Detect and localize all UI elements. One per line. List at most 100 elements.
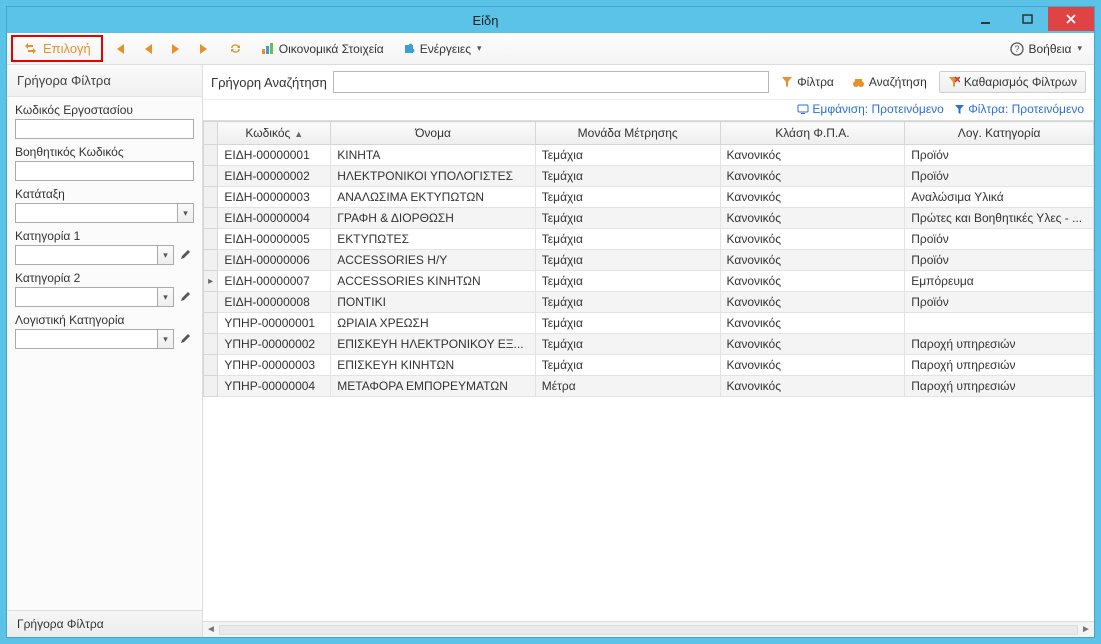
table-cell[interactable]: ΕΠΙΣΚΕΥΗ ΚΙΝΗΤΩΝ [331, 355, 536, 376]
table-cell[interactable]: ΥΠΗΡ-00000004 [218, 376, 331, 397]
search-input[interactable] [333, 71, 769, 93]
table-row[interactable]: ΥΠΗΡ-00000002ΕΠΙΣΚΕΥΗ ΗΛΕΚΤΡΟΝΙΚΟΥ ΕΞ...… [204, 334, 1094, 355]
nav-prev-button[interactable] [135, 39, 161, 59]
table-row[interactable]: ΕΙΔΗ-00000003ΑΝΑΛΩΣΙΜΑ ΕΚΤΥΠΩΤΩΝΤεμάχιαΚ… [204, 187, 1094, 208]
nav-first-button[interactable] [105, 39, 133, 59]
filter-combo-input[interactable] [15, 287, 158, 307]
table-cell[interactable]: ΕΠΙΣΚΕΥΗ ΗΛΕΚΤΡΟΝΙΚΟΥ ΕΞ... [331, 334, 536, 355]
table-cell[interactable]: ΕΙΔΗ-00000003 [218, 187, 331, 208]
table-cell[interactable]: ΥΠΗΡ-00000003 [218, 355, 331, 376]
chevron-down-icon[interactable]: ▾ [158, 329, 174, 349]
horizontal-scrollbar[interactable]: ◄ ► [203, 621, 1094, 637]
table-cell[interactable]: Τεμάχια [535, 208, 720, 229]
table-cell[interactable]: ΕΙΔΗ-00000006 [218, 250, 331, 271]
help-button[interactable]: ? Βοήθεια ▾ [1002, 39, 1090, 59]
actions-button[interactable]: Ενέργειες ▾ [394, 39, 490, 59]
table-cell[interactable]: ΕΙΔΗ-00000005 [218, 229, 331, 250]
column-header[interactable]: Κλάση Φ.Π.Α. [720, 122, 905, 145]
table-cell[interactable]: Εμπόρευμα [905, 271, 1094, 292]
table-cell[interactable]: Τεμάχια [535, 292, 720, 313]
table-row[interactable]: ΕΙΔΗ-00000005ΕΚΤΥΠΩΤΕΣΤεμάχιαΚανονικόςΠρ… [204, 229, 1094, 250]
table-cell[interactable]: ΠΟΝΤΙΚΙ [331, 292, 536, 313]
table-cell[interactable]: Κανονικός [720, 376, 905, 397]
table-cell[interactable]: Τεμάχια [535, 145, 720, 166]
table-cell[interactable]: ACCESSORIES ΚΙΝΗΤΩΝ [331, 271, 536, 292]
table-cell[interactable]: Τεμάχια [535, 229, 720, 250]
table-cell[interactable]: Κανονικός [720, 229, 905, 250]
table-cell[interactable]: Τεμάχια [535, 250, 720, 271]
table-cell[interactable]: Προϊόν [905, 250, 1094, 271]
close-button[interactable] [1048, 7, 1094, 31]
table-cell[interactable]: ΕΙΔΗ-00000007 [218, 271, 331, 292]
search-button[interactable]: Αναζήτηση [846, 73, 933, 91]
column-header[interactable]: Κωδικός▲ [218, 122, 331, 145]
table-row[interactable]: ΕΙΔΗ-00000002ΗΛΕΚΤΡΟΝΙΚΟΙ ΥΠΟΛΟΓΙΣΤΕΣΤεμ… [204, 166, 1094, 187]
table-row[interactable]: ΕΙΔΗ-00000001ΚΙΝΗΤΑΤεμάχιαΚανονικόςΠροϊό… [204, 145, 1094, 166]
table-cell[interactable]: ΥΠΗΡ-00000001 [218, 313, 331, 334]
sidebar-footer-tab[interactable]: Γρήγορα Φίλτρα [7, 610, 202, 637]
pencil-icon[interactable] [176, 287, 194, 307]
table-cell[interactable]: ΜΕΤΑΦΟΡΑ ΕΜΠΟΡΕΥΜΑΤΩΝ [331, 376, 536, 397]
table-cell[interactable]: Κανονικός [720, 292, 905, 313]
table-cell[interactable]: ΕΙΔΗ-00000008 [218, 292, 331, 313]
table-cell[interactable]: Προϊόν [905, 292, 1094, 313]
table-cell[interactable]: ΥΠΗΡ-00000002 [218, 334, 331, 355]
table-cell[interactable]: ΑΝΑΛΩΣΙΜΑ ΕΚΤΥΠΩΤΩΝ [331, 187, 536, 208]
table-row[interactable]: ΥΠΗΡ-00000001ΩΡΙΑΙΑ ΧΡΕΩΣΗΤεμάχιαΚανονικ… [204, 313, 1094, 334]
table-row[interactable]: ΕΙΔΗ-00000008ΠΟΝΤΙΚΙΤεμάχιαΚανονικόςΠροϊ… [204, 292, 1094, 313]
filter-combo-input[interactable] [15, 245, 158, 265]
column-header[interactable]: Όνομα [331, 122, 536, 145]
table-cell[interactable]: Πρώτες και Βοηθητικές Υλες - ... [905, 208, 1094, 229]
table-cell[interactable]: Τεμάχια [535, 355, 720, 376]
table-cell[interactable]: Κανονικός [720, 334, 905, 355]
table-cell[interactable] [905, 313, 1094, 334]
table-cell[interactable]: Αναλώσιμα Υλικά [905, 187, 1094, 208]
refresh-button[interactable] [221, 38, 250, 59]
filter-link[interactable]: Φίλτρα: Προτεινόμενο [954, 102, 1084, 116]
nav-last-button[interactable] [191, 39, 219, 59]
scroll-track[interactable] [219, 625, 1078, 635]
table-cell[interactable]: ΕΚΤΥΠΩΤΕΣ [331, 229, 536, 250]
table-cell[interactable]: Τεμάχια [535, 187, 720, 208]
table-cell[interactable]: Κανονικός [720, 355, 905, 376]
filter-combo-input[interactable] [15, 203, 178, 223]
table-cell[interactable]: Τεμάχια [535, 166, 720, 187]
table-cell[interactable]: Κανονικός [720, 250, 905, 271]
chevron-down-icon[interactable]: ▾ [178, 203, 194, 223]
table-cell[interactable]: Προϊόν [905, 145, 1094, 166]
table-cell[interactable]: Παροχή υπηρεσιών [905, 376, 1094, 397]
table-cell[interactable]: Προϊόν [905, 229, 1094, 250]
table-cell[interactable]: ΚΙΝΗΤΑ [331, 145, 536, 166]
economic-button[interactable]: Οικονομικά Στοιχεία [252, 38, 392, 59]
grid[interactable]: Κωδικός▲ΌνομαΜονάδα ΜέτρησηςΚλάση Φ.Π.Α.… [203, 120, 1094, 621]
filter-combo-input[interactable] [15, 329, 158, 349]
column-header[interactable]: Μονάδα Μέτρησης [535, 122, 720, 145]
table-cell[interactable]: ΗΛΕΚΤΡΟΝΙΚΟΙ ΥΠΟΛΟΓΙΣΤΕΣ [331, 166, 536, 187]
maximize-button[interactable] [1006, 7, 1048, 31]
table-cell[interactable]: ΕΙΔΗ-00000002 [218, 166, 331, 187]
table-row[interactable]: ΥΠΗΡ-00000004ΜΕΤΑΦΟΡΑ ΕΜΠΟΡΕΥΜΑΤΩΝΜέτραΚ… [204, 376, 1094, 397]
minimize-button[interactable] [964, 7, 1006, 31]
table-cell[interactable]: Κανονικός [720, 208, 905, 229]
chevron-down-icon[interactable]: ▾ [158, 287, 174, 307]
table-cell[interactable]: Παροχή υπηρεσιών [905, 355, 1094, 376]
table-cell[interactable]: ΩΡΙΑΙΑ ΧΡΕΩΣΗ [331, 313, 536, 334]
table-row[interactable]: ▸ΕΙΔΗ-00000007ACCESSORIES ΚΙΝΗΤΩΝΤεμάχια… [204, 271, 1094, 292]
select-button[interactable]: Επιλογή [11, 35, 103, 62]
table-cell[interactable]: ΓΡΑΦΗ & ΔΙΟΡΘΩΣΗ [331, 208, 536, 229]
nav-next-button[interactable] [163, 39, 189, 59]
view-link[interactable]: Εμφάνιση: Προτεινόμενο [797, 102, 944, 116]
filter-input[interactable] [15, 119, 194, 139]
table-cell[interactable]: ΕΙΔΗ-00000001 [218, 145, 331, 166]
table-cell[interactable]: Τεμάχια [535, 271, 720, 292]
table-cell[interactable]: Μέτρα [535, 376, 720, 397]
table-row[interactable]: ΕΙΔΗ-00000006ACCESSORIES H/YΤεμάχιαΚανον… [204, 250, 1094, 271]
pencil-icon[interactable] [176, 329, 194, 349]
table-cell[interactable]: Κανονικός [720, 166, 905, 187]
table-cell[interactable]: ΕΙΔΗ-00000004 [218, 208, 331, 229]
filter-input[interactable] [15, 161, 194, 181]
table-cell[interactable]: Κανονικός [720, 145, 905, 166]
chevron-down-icon[interactable]: ▾ [158, 245, 174, 265]
filters-button[interactable]: Φίλτρα [775, 73, 840, 91]
scroll-left-icon[interactable]: ◄ [203, 624, 219, 635]
